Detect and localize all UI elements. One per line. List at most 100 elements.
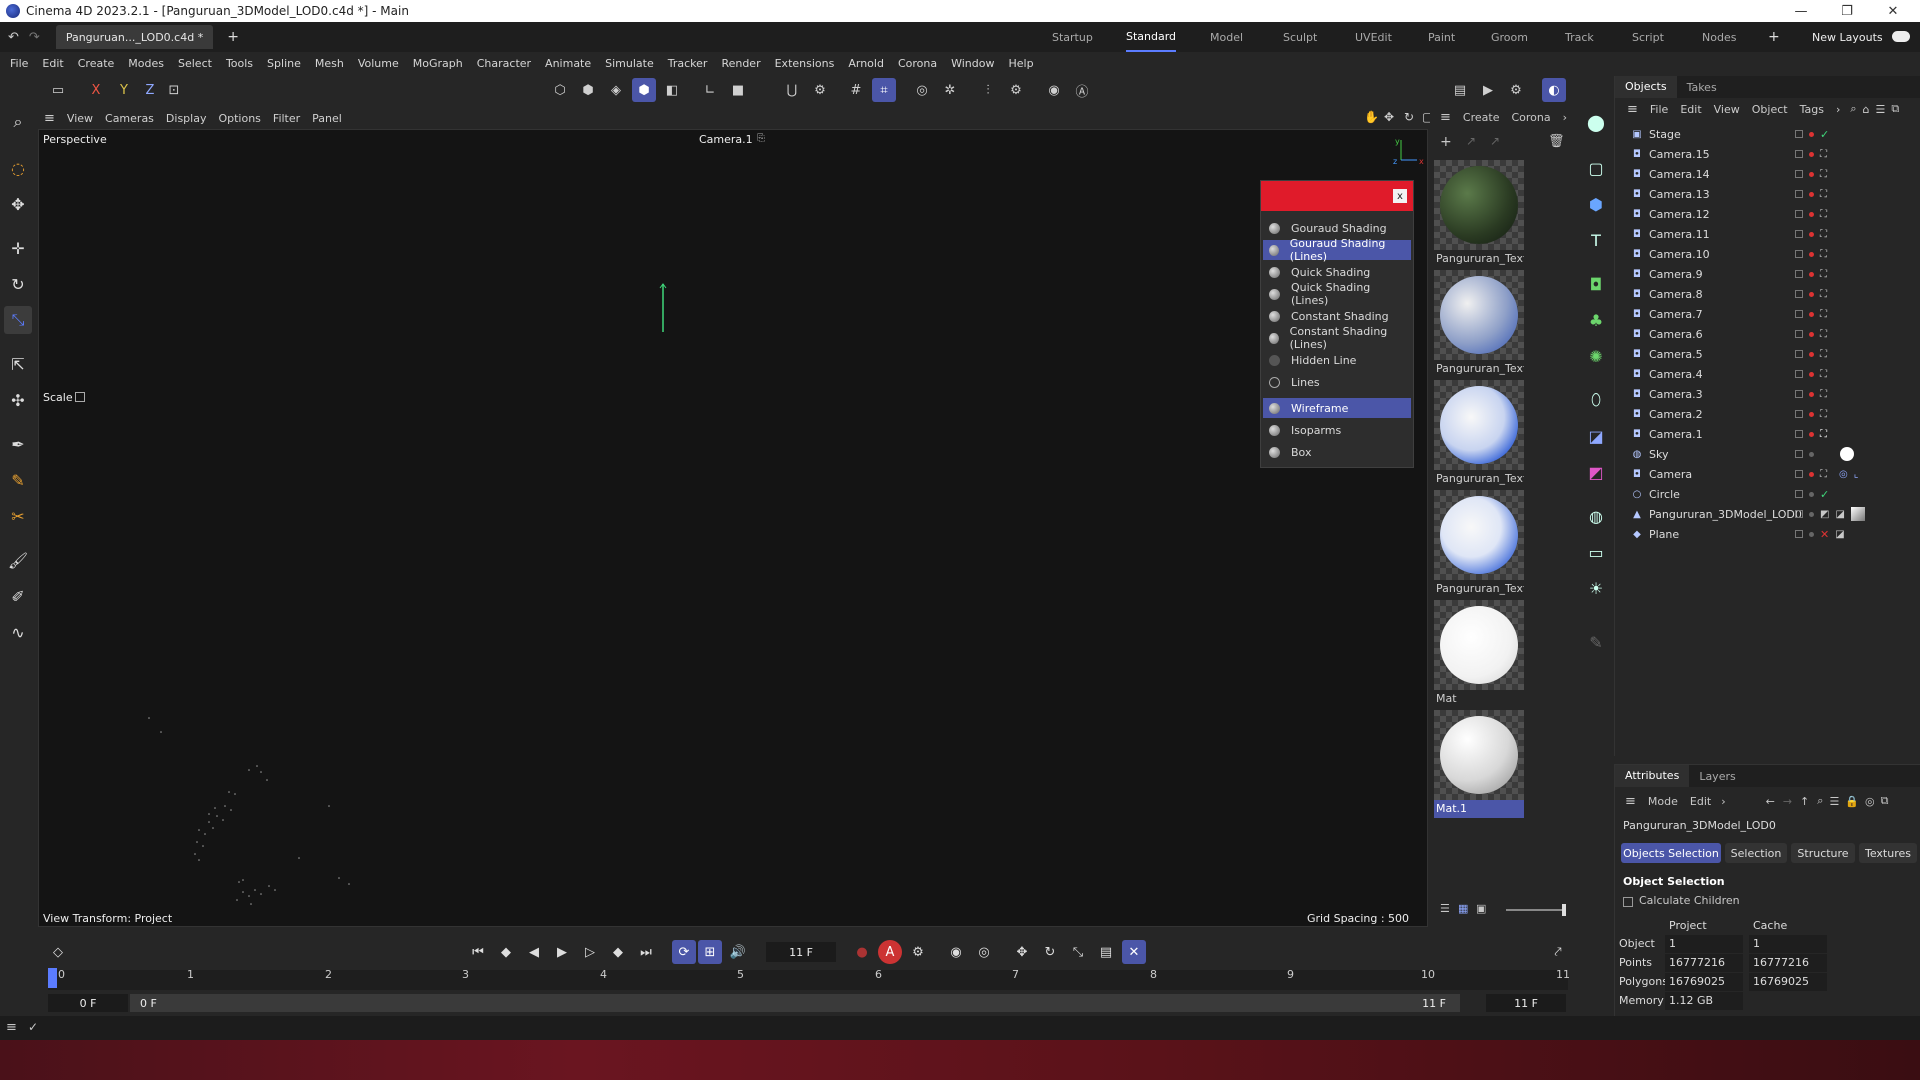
- object-row-model[interactable]: ▲ Pangururan_3DModel_LOD0 ◩ ◪: [1615, 504, 1920, 524]
- light-add-icon[interactable]: ☀: [1582, 574, 1610, 602]
- attributes-lock-icon[interactable]: 🔒: [1845, 795, 1859, 808]
- go-to-start-icon[interactable]: ⏮: [466, 940, 490, 964]
- enabled-check-icon[interactable]: ✓: [1820, 128, 1829, 141]
- material-menu-create[interactable]: Create: [1463, 111, 1500, 124]
- shading-constant[interactable]: Constant Shading: [1263, 306, 1411, 326]
- viewport-menu-filter[interactable]: Filter: [273, 112, 300, 125]
- editor-dot[interactable]: [1809, 511, 1814, 517]
- settings-gear-icon[interactable]: ⚙: [1004, 78, 1028, 102]
- shading-quick-lines[interactable]: Quick Shading (Lines): [1263, 281, 1411, 307]
- menu-window[interactable]: Window: [951, 57, 994, 70]
- keyframe-icon[interactable]: ◇: [46, 940, 70, 964]
- object-row-circle[interactable]: ○ Circle ✓: [1615, 484, 1920, 504]
- viewport[interactable]: Perspective Camera.1 ⎘ Scale View Transf…: [38, 129, 1428, 927]
- camera-target-icon[interactable]: ⛶: [1820, 189, 1827, 200]
- zoom-view-icon[interactable]: ✥: [1384, 110, 1394, 124]
- viewport-camera-label[interactable]: Camera.1: [699, 133, 753, 146]
- popup-close-button[interactable]: x: [1393, 189, 1407, 203]
- quantize-icon[interactable]: ⌗: [872, 78, 896, 102]
- material-swatch[interactable]: Pangururan_Textu: [1434, 490, 1524, 598]
- snap-icon[interactable]: ⋃: [780, 78, 804, 102]
- lock-icon[interactable]: ◉: [1042, 78, 1066, 102]
- live-select-icon[interactable]: ✥: [4, 190, 32, 218]
- record-icon[interactable]: ●: [850, 940, 874, 964]
- menu-spline[interactable]: Spline: [267, 57, 301, 70]
- editor-dot[interactable]: [1809, 351, 1814, 357]
- layout-tab-paint[interactable]: Paint: [1428, 22, 1455, 52]
- cube-outline-icon[interactable]: ▢: [1582, 154, 1610, 182]
- object-row-camera11[interactable]: ◘ Camera.11 ⛶: [1615, 224, 1920, 244]
- menu-tools[interactable]: Tools: [226, 57, 253, 70]
- subtab-textures[interactable]: Textures: [1859, 843, 1917, 863]
- visibility-flag[interactable]: [1795, 530, 1803, 538]
- search-icon[interactable]: ⌕: [4, 108, 32, 136]
- undo-icon[interactable]: ↶: [8, 30, 19, 45]
- attributes-filter-icon[interactable]: ☰: [1829, 795, 1839, 808]
- object-row-camera[interactable]: ◘ Camera ⛶ ◎ ⌞: [1615, 464, 1920, 484]
- visibility-flag[interactable]: [1795, 310, 1803, 318]
- target-tag-icon[interactable]: ◎: [1839, 469, 1848, 480]
- visibility-flag[interactable]: [1795, 290, 1803, 298]
- play-icon[interactable]: ▶: [550, 940, 574, 964]
- object-row-sky[interactable]: ◍ Sky: [1615, 444, 1920, 464]
- menu-extensions[interactable]: Extensions: [775, 57, 835, 70]
- camera-add-icon[interactable]: ▭: [1582, 538, 1610, 566]
- mograph-effector-icon[interactable]: ✺: [1582, 342, 1610, 370]
- menu-render[interactable]: Render: [721, 57, 760, 70]
- objects-filter-icon[interactable]: ☰: [1876, 103, 1886, 116]
- editor-dot[interactable]: [1809, 491, 1814, 497]
- uvw-tag-icon[interactable]: ◪: [1835, 529, 1844, 540]
- subtab-selection[interactable]: Selection: [1725, 843, 1787, 863]
- objects-search-icon[interactable]: ⌕: [1850, 102, 1856, 116]
- attributes-hamburger-icon[interactable]: ≡: [1625, 794, 1636, 809]
- visibility-flag[interactable]: [1795, 150, 1803, 158]
- layout-tab-standard[interactable]: Standard: [1126, 22, 1177, 52]
- forward-arrow-icon[interactable]: →: [1783, 795, 1792, 808]
- material-tag-icon[interactable]: [1850, 507, 1865, 521]
- simulation-icon[interactable]: ◩: [1582, 458, 1610, 486]
- keyframe-settings-icon[interactable]: ⚙: [906, 940, 930, 964]
- menu-animate[interactable]: Animate: [545, 57, 591, 70]
- shading-gouraud[interactable]: Gouraud Shading: [1263, 218, 1411, 238]
- menu-modes[interactable]: Modes: [128, 57, 164, 70]
- layout-tab-startup[interactable]: Startup: [1052, 22, 1093, 52]
- shading-hidden-line[interactable]: Hidden Line: [1263, 350, 1411, 370]
- editor-dot[interactable]: [1809, 471, 1814, 477]
- knife-tool-icon[interactable]: ✂: [4, 502, 32, 530]
- visibility-flag[interactable]: [1795, 270, 1803, 278]
- shading-quick[interactable]: Quick Shading: [1263, 262, 1411, 282]
- objects-menu-tags[interactable]: Tags: [1800, 103, 1824, 116]
- model-mode-icon[interactable]: ⬢: [632, 78, 656, 102]
- layout-tab-sculpt[interactable]: Sculpt: [1283, 22, 1317, 52]
- scale-lock-icon[interactable]: [75, 392, 85, 402]
- visibility-flag[interactable]: [1795, 370, 1803, 378]
- layout-tab-nodes[interactable]: Nodes: [1702, 22, 1736, 52]
- end-frame-field[interactable]: 11 F: [1486, 994, 1566, 1012]
- subtab-structure[interactable]: Structure: [1791, 843, 1855, 863]
- editor-dot[interactable]: [1809, 431, 1814, 437]
- axis-z-button[interactable]: Z: [138, 78, 162, 102]
- axis-x-button[interactable]: X: [84, 78, 108, 102]
- uv-mode-icon[interactable]: ◧: [660, 78, 684, 102]
- attributes-search-icon[interactable]: ⌕: [1817, 794, 1823, 808]
- object-mode-icon[interactable]: ▭: [46, 78, 70, 102]
- tab-objects[interactable]: Objects: [1615, 76, 1677, 98]
- viewport-menu-view[interactable]: View: [67, 112, 93, 125]
- shading-gouraud-lines[interactable]: Gouraud Shading (Lines): [1263, 237, 1411, 263]
- subdivision-surface-icon[interactable]: ◘: [1582, 270, 1610, 298]
- camera-link-icon[interactable]: ⎘: [757, 133, 765, 144]
- cloner-icon[interactable]: ♣: [1582, 306, 1610, 334]
- calculate-children-checkbox[interactable]: [1623, 897, 1633, 907]
- field-icon[interactable]: ◪: [1582, 422, 1610, 450]
- layout-tab-groom[interactable]: Groom: [1491, 22, 1528, 52]
- attributes-menu-edit[interactable]: Edit: [1690, 795, 1711, 808]
- tab-attributes[interactable]: Attributes: [1615, 765, 1690, 787]
- key-move-icon[interactable]: ✥: [1010, 940, 1034, 964]
- tile-view-icon[interactable]: ▣: [1476, 902, 1486, 915]
- editor-dot[interactable]: [1809, 371, 1814, 377]
- camera-target-icon[interactable]: ⛶: [1820, 349, 1827, 360]
- thumbnail-size-handle[interactable]: [1562, 904, 1566, 916]
- objects-menu-view[interactable]: View: [1714, 103, 1740, 116]
- editor-dot[interactable]: [1809, 231, 1814, 237]
- layout-tab-track[interactable]: Track: [1565, 22, 1594, 52]
